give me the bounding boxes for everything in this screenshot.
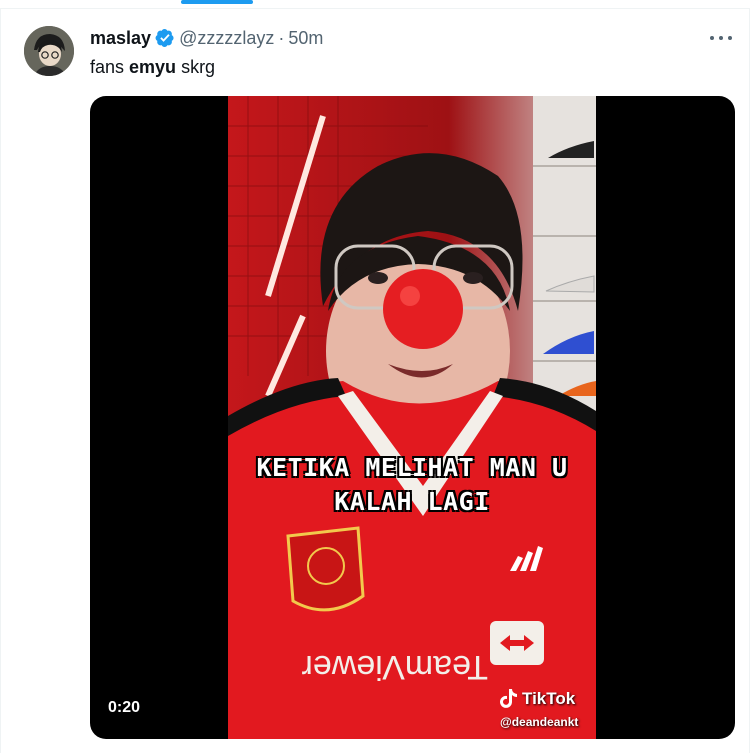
top-divider [0,8,750,9]
more-dot [728,36,732,40]
tiktok-label: TikTok [522,689,576,708]
video-still: TeamViewer [228,96,596,739]
tweet-text-bold: emyu [129,57,177,77]
avatar[interactable] [24,26,74,76]
display-name[interactable]: maslay [90,28,151,49]
active-tab-indicator [181,0,253,4]
tweet-text-start: fans [90,57,130,77]
tiktok-icon [500,689,517,708]
tweet-timestamp[interactable]: 50m [288,28,323,49]
more-dot [710,36,714,40]
tweet-text-end: skrg [176,57,216,77]
video-caption: KETIKA MELIHAT MAN U KALAH LAGI [228,451,596,519]
more-options-icon[interactable] [710,28,732,48]
video-frame: TeamViewer KETIKA MELIHAT MAN U KALAH LA… [228,96,596,739]
tweet-text: fans emyu skrg [90,57,215,78]
avatar-image [24,26,74,76]
tweet-header: maslay @zzzzzlayz · 50m [90,26,323,50]
video-duration: 0:20 [108,699,141,716]
tiktok-watermark: TikTok [500,689,575,709]
tiktok-username: @deandeankt [500,715,579,729]
verified-badge-icon[interactable] [155,28,175,48]
user-handle[interactable]: @zzzzzlayz [179,28,274,49]
caption-line-2: KALAH LAGI [334,487,490,516]
video-player[interactable]: TeamViewer KETIKA MELIHAT MAN U KALAH LA… [90,96,735,739]
left-border [0,8,1,753]
svg-text:TeamViewer: TeamViewer [302,648,488,686]
more-dot [719,36,723,40]
caption-line-1: KETIKA MELIHAT MAN U [256,453,568,482]
meta-separator: · [278,27,285,48]
